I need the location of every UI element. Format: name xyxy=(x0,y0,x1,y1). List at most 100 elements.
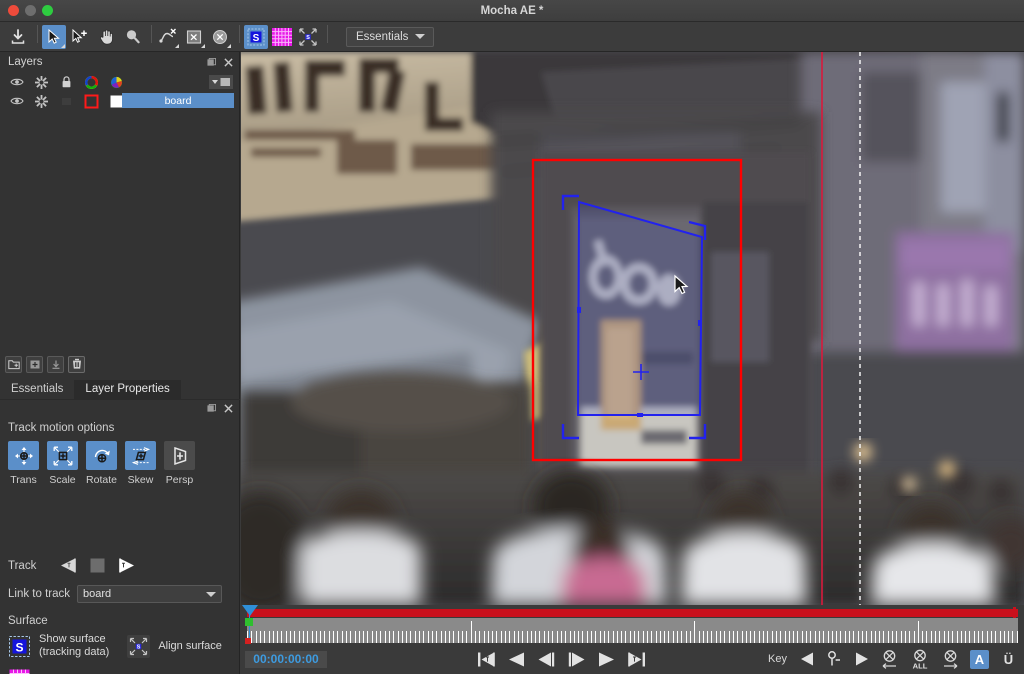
show-grid-icon[interactable] xyxy=(270,25,294,49)
ruler-tick xyxy=(294,631,296,643)
next-keyframe-button[interactable] xyxy=(853,651,870,667)
step-forward-button[interactable] xyxy=(567,651,586,668)
delete-keyframes-right-button[interactable] xyxy=(941,649,960,669)
show-surface-icon[interactable]: S xyxy=(244,24,268,49)
ruler-tick xyxy=(840,631,842,643)
ruler-tick xyxy=(909,631,911,643)
ruler-tick xyxy=(866,631,868,643)
list-item[interactable]: board xyxy=(122,93,234,108)
track-motion-skew-label: Skew xyxy=(127,474,154,486)
ruler-tick xyxy=(879,631,881,643)
create-ellipse-xspline-icon[interactable] xyxy=(208,25,232,49)
float-panel-icon[interactable] xyxy=(207,403,216,413)
timecode-display[interactable]: 00:00:00:00 xyxy=(245,650,327,668)
lock-icon[interactable] xyxy=(54,76,79,88)
link-to-track-select[interactable]: board xyxy=(77,585,222,603)
delete-layer-icon[interactable] xyxy=(68,355,85,373)
outline-color-icon[interactable] xyxy=(79,75,104,89)
track-motion-trans-button[interactable] xyxy=(8,441,39,470)
track-motion-persp-button[interactable] xyxy=(164,441,195,470)
zoom-tool-icon[interactable] xyxy=(120,25,144,49)
track-motion-rotate-label: Rotate xyxy=(86,474,117,486)
ruler-tick xyxy=(844,631,846,643)
unicode-toggle[interactable]: Ü xyxy=(999,650,1018,669)
fill-color-icon[interactable] xyxy=(104,76,129,89)
ruler-tick xyxy=(453,631,455,643)
move-layer-down-icon[interactable] xyxy=(47,355,64,373)
ruler-tick xyxy=(947,631,949,643)
play-forward-button[interactable] xyxy=(597,651,616,668)
select-tool-icon[interactable] xyxy=(42,24,66,49)
play-backwards-button[interactable] xyxy=(507,651,526,668)
track-stop-button[interactable] xyxy=(89,557,106,574)
delete-keyframes-left-button[interactable] xyxy=(880,649,899,669)
export-shape-data-icon[interactable] xyxy=(6,25,30,49)
ruler-tick xyxy=(457,631,459,643)
timeline-range-bar[interactable] xyxy=(247,609,1018,617)
ruler-tick xyxy=(1003,631,1005,643)
ruler-tick xyxy=(939,631,941,643)
ruler-tick xyxy=(302,631,304,643)
timeline[interactable] xyxy=(241,605,1024,644)
row-lock-toggle[interactable] xyxy=(54,96,79,107)
create-xspline-layer-icon[interactable] xyxy=(156,25,180,49)
ruler-tick xyxy=(857,631,859,643)
essentials-subpanel-header xyxy=(0,400,240,416)
layer-options-icon[interactable] xyxy=(209,75,233,92)
add-remove-keyframe-button[interactable] xyxy=(826,651,843,667)
ruler-tick xyxy=(887,631,889,643)
tab-layer-properties[interactable]: Layer Properties xyxy=(74,380,181,399)
create-rectangle-xspline-icon[interactable] xyxy=(182,25,206,49)
align-surface-icon[interactable]: S xyxy=(127,634,151,658)
step-back-button[interactable] xyxy=(537,651,556,668)
ruler-tick xyxy=(995,631,997,643)
ruler-tick xyxy=(414,631,416,643)
ruler-tick xyxy=(806,631,807,643)
auto-key-toggle[interactable]: A xyxy=(970,649,989,669)
show-grid-icon[interactable] xyxy=(8,668,31,674)
add-layer-icon[interactable] xyxy=(26,355,43,373)
tab-essentials[interactable]: Essentials xyxy=(0,380,74,399)
video-viewport[interactable] xyxy=(241,52,1024,605)
ruler-tick xyxy=(582,631,584,643)
row-eye-icon[interactable] xyxy=(4,96,29,106)
row-gear-icon[interactable] xyxy=(29,94,54,108)
add-point-tool-icon[interactable] xyxy=(68,25,92,49)
ruler-tick xyxy=(496,631,498,643)
ruler-tick xyxy=(827,631,829,643)
delete-all-keyframes-button[interactable]: ALL xyxy=(909,649,931,670)
ruler-tick xyxy=(333,631,334,643)
table-row[interactable]: board xyxy=(0,92,239,110)
track-backwards-button[interactable] xyxy=(58,557,78,574)
timeline-ruler[interactable] xyxy=(247,618,1018,643)
track-motion-scale-button[interactable] xyxy=(47,441,78,470)
ruler-tick xyxy=(814,631,816,643)
ruler-tick xyxy=(930,631,932,643)
go-to-start-button[interactable] xyxy=(476,651,496,668)
ruler-tick xyxy=(969,631,971,643)
tracking-surface xyxy=(561,194,707,440)
ruler-tick xyxy=(543,631,545,643)
key-label: Key xyxy=(768,653,787,665)
playhead-handle[interactable] xyxy=(242,605,258,616)
pan-tool-icon[interactable] xyxy=(94,25,118,49)
previous-keyframe-button[interactable] xyxy=(799,651,816,667)
align-surface-icon[interactable]: S xyxy=(296,25,320,49)
track-motion-rotate-button[interactable] xyxy=(86,441,117,470)
track-motion-skew-button[interactable] xyxy=(125,441,156,470)
new-group-icon[interactable] xyxy=(5,355,22,373)
close-icon[interactable] xyxy=(224,403,233,413)
float-panel-icon[interactable] xyxy=(207,57,216,67)
in-point-marker[interactable] xyxy=(245,618,253,626)
ruler-tick xyxy=(307,631,309,643)
ruler-tick xyxy=(474,631,476,643)
show-surface-icon[interactable]: S xyxy=(8,635,31,658)
go-to-end-button[interactable] xyxy=(627,651,647,668)
workspace-selector[interactable]: Essentials xyxy=(346,26,435,47)
row-outline-color-swatch[interactable] xyxy=(79,94,104,109)
eye-icon[interactable] xyxy=(4,77,29,87)
track-forwards-button[interactable] xyxy=(117,557,137,574)
ruler-tick xyxy=(767,631,769,643)
gear-icon[interactable] xyxy=(29,75,54,89)
close-icon[interactable] xyxy=(224,57,233,67)
